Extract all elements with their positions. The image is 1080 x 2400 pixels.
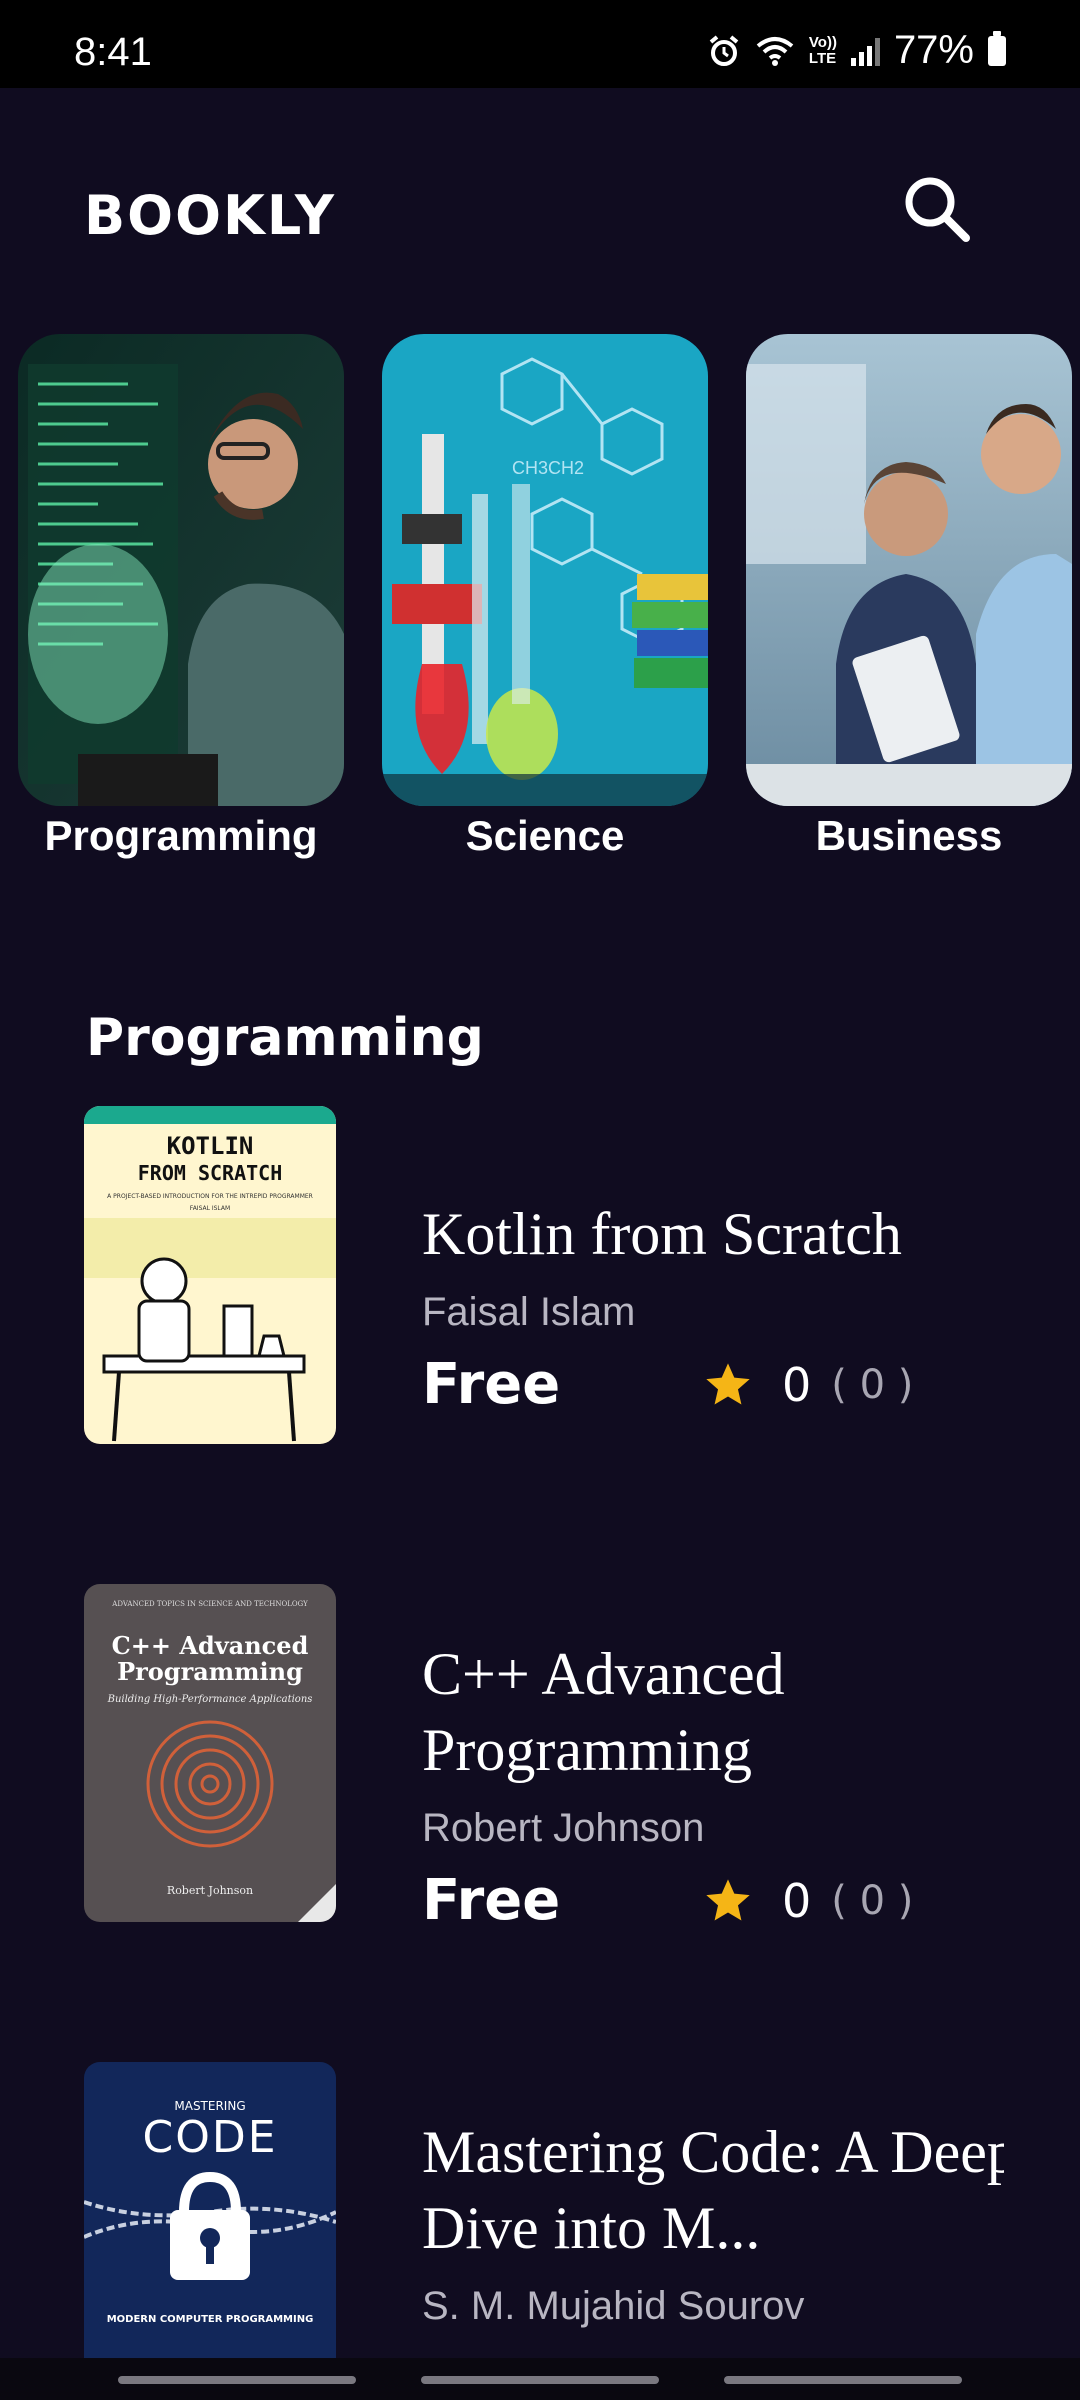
category-carousel: Programming CH3CH2 Science Business	[0, 334, 1080, 874]
app-logo: BOOKLY	[84, 184, 336, 247]
rating-value: 0	[782, 1874, 812, 1928]
alarm-icon	[709, 34, 739, 66]
category-card-programming[interactable]: Programming	[18, 334, 344, 859]
cover-subtitle: A PROJECT-BASED INTRODUCTION FOR THE INT…	[107, 1193, 313, 1200]
cover-author: FAISAL ISLAM	[190, 1205, 230, 1212]
book-title: Kotlin from Scratch	[422, 1201, 902, 1267]
svg-text:CH3CH2: CH3CH2	[512, 458, 584, 478]
book-rating: 0 ( 0 )	[702, 1358, 913, 1412]
book-cover: MASTERING CODE MODERN COMPUTER PROGRAMMI…	[84, 2062, 336, 2358]
rating-value: 0	[782, 1358, 812, 1412]
battery-percent: 77%	[893, 28, 974, 72]
category-card-business[interactable]: Business	[746, 334, 1072, 859]
section-title: Programming	[86, 1008, 484, 1068]
book-author: Robert Johnson	[422, 1806, 705, 1850]
category-label: Programming	[44, 812, 318, 859]
cover-line1: KOTLIN	[167, 1132, 254, 1160]
book-author: S. M. Mujahid Sourov	[422, 2284, 805, 2328]
cover-subtitle: MODERN COMPUTER PROGRAMMING	[107, 2314, 314, 2325]
book-cover: KOTLIN FROM SCRATCH A PROJECT-BASED INTR…	[84, 1106, 336, 1444]
book-cover: ADVANCED TOPICS IN SCIENCE AND TECHNOLOG…	[84, 1584, 336, 1922]
battery-icon	[988, 30, 1006, 66]
cover-line2: CODE	[142, 2112, 277, 2163]
cover-line2: Programming	[117, 1657, 303, 1686]
nav-home-button[interactable]	[421, 2376, 659, 2384]
book-item[interactable]: KOTLIN FROM SCRATCH A PROJECT-BASED INTR…	[84, 1106, 1004, 1446]
signal-icon	[850, 36, 880, 66]
status-time: 8:41	[74, 30, 152, 74]
book-rating: 0 ( 0 )	[702, 1874, 913, 1928]
wifi-icon	[756, 36, 794, 66]
book-title: C++ Advanced Programming	[422, 1641, 785, 1783]
cover-line1: C++ Advanced	[112, 1631, 309, 1660]
cover-subtitle: Building High-Performance Applications	[107, 1694, 313, 1705]
volte-icon: Vo)) LTE	[808, 33, 837, 67]
book-item[interactable]: ADVANCED TOPICS IN SCIENCE AND TECHNOLOG…	[84, 1584, 1004, 1933]
rating-count: ( 0 )	[831, 1878, 914, 1924]
cover-author: Robert Johnson	[167, 1884, 253, 1897]
volte-bottom: LTE	[808, 49, 837, 67]
book-title: Mastering Code: A Deep Dive into M...	[422, 2119, 1004, 2261]
nav-recent-button[interactable]	[118, 2376, 356, 2384]
category-image	[18, 334, 344, 806]
rating-count: ( 0 )	[831, 1362, 914, 1408]
star-icon	[706, 1363, 750, 1405]
status-icons: Vo)) LTE 77%	[707, 28, 1006, 73]
nav-back-button[interactable]	[724, 2376, 962, 2384]
search-button[interactable]	[900, 172, 972, 244]
category-image	[746, 334, 1072, 806]
book-price: Free	[422, 1868, 561, 1933]
category-card-science[interactable]: CH3CH2 Science	[382, 334, 708, 859]
category-label: Science	[465, 812, 625, 859]
star-icon	[706, 1879, 750, 1921]
cover-line1: MASTERING	[174, 2099, 245, 2113]
category-label: Business	[815, 812, 1003, 859]
book-author: Faisal Islam	[422, 1290, 636, 1334]
book-price: Free	[422, 1352, 561, 1417]
cover-line2: FROM SCRATCH	[138, 1161, 283, 1185]
category-image: CH3CH2	[382, 334, 708, 806]
volte-top: Vo))	[808, 33, 837, 51]
book-item[interactable]: MASTERING CODE MODERN COMPUTER PROGRAMMI…	[84, 2062, 1004, 2358]
search-icon	[905, 177, 970, 242]
cover-series: ADVANCED TOPICS IN SCIENCE AND TECHNOLOG…	[111, 1600, 308, 1608]
status-bar: 8:41 Vo)) LTE 77%	[0, 0, 1080, 88]
